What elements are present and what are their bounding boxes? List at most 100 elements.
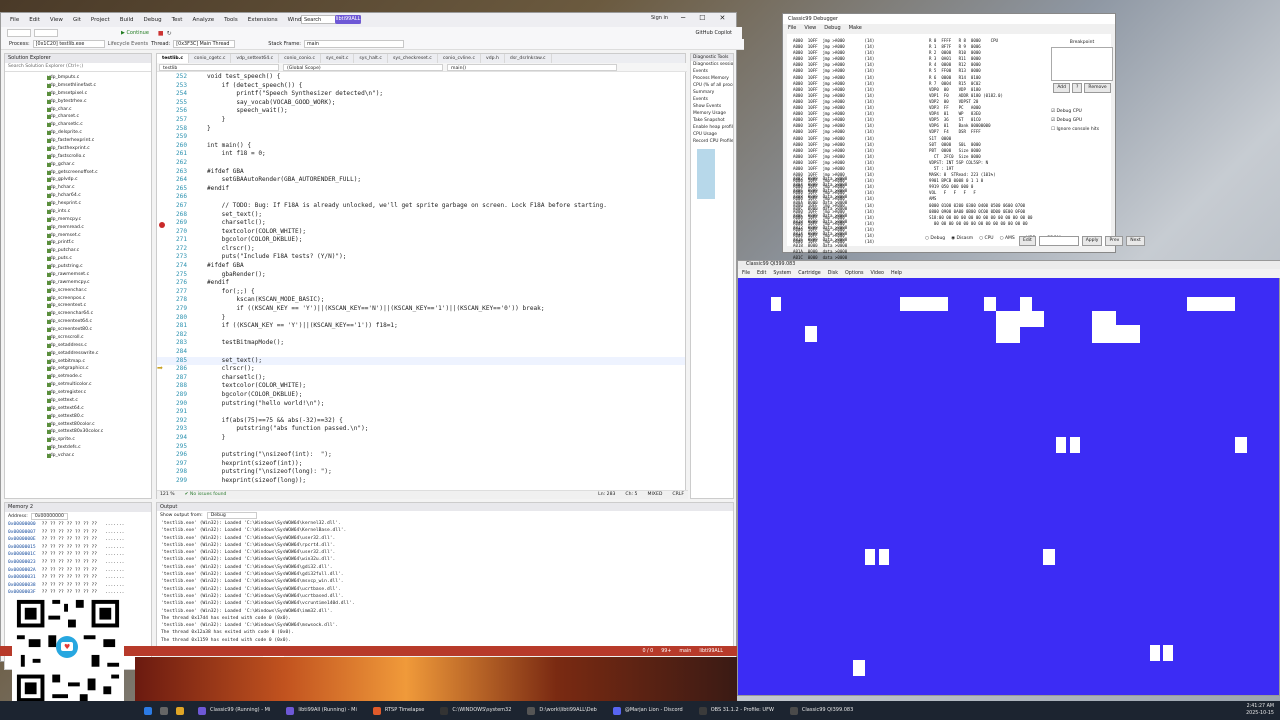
disasm-line[interactable]: A000 10FF jmp >A000 (14) <box>793 136 874 142</box>
taskbar-app[interactable]: D:\work\libti99ALL\Deb <box>517 701 602 720</box>
lifecycle-events[interactable]: Lifecycle Events <box>108 41 148 47</box>
errors-count[interactable]: 0 / 0 <box>642 649 653 654</box>
apply-button[interactable]: Apply <box>1081 236 1103 246</box>
solution-file-item[interactable]: vdp_printf.c <box>5 239 151 247</box>
editor-tab[interactable]: conio_cvline.c <box>438 54 481 63</box>
stop-icon[interactable]: ■ <box>158 30 164 37</box>
solution-file-item[interactable]: vdp_setbitmap.c <box>5 358 151 366</box>
solution-file-item[interactable]: vdp_textdefs.c <box>5 444 151 452</box>
output-source-dropdown[interactable]: Debug <box>206 512 257 519</box>
menu-view[interactable]: View <box>45 14 68 26</box>
solution-file-item[interactable]: vdp_fastscrollo.c <box>5 153 151 161</box>
solution-file-item[interactable]: vdp_sprite.c <box>5 436 151 444</box>
debug-checkbox[interactable]: ☐ Ignore console hits <box>1051 125 1113 134</box>
solution-file-item[interactable]: vdp_setmulticolor.c <box>5 381 151 389</box>
minimize-icon[interactable]: ─ <box>681 14 685 22</box>
solution-file-item[interactable]: vdp_setgraphics.c <box>5 365 151 373</box>
editor-tab[interactable]: sys_halt.c <box>354 54 388 63</box>
view-radio[interactable]: ◉ Disasm <box>951 236 973 241</box>
disasm-line[interactable]: A000 10FF jmp >A000 (14) <box>793 129 874 135</box>
taskbar-app[interactable]: @Marjan Lion - Discord <box>603 701 689 720</box>
scope-dropdown[interactable]: (Global Scope) <box>283 63 443 71</box>
solution-file-item[interactable]: vdp_scrnscroll.c <box>5 334 151 342</box>
editor-tab[interactable]: vdp_settext64.c <box>231 54 280 63</box>
function-dropdown[interactable]: main() <box>447 63 617 71</box>
diagnostic-item[interactable]: Record CPU Profile <box>691 138 733 145</box>
solution-file-item[interactable]: vdp_settext.c <box>5 397 151 405</box>
disasm-line[interactable]: A000 10FF jmp >A000 (14) <box>793 142 874 148</box>
solution-file-item[interactable]: vdp_setaddress.c <box>5 342 151 350</box>
taskbar-app[interactable]: Classic99 QI399.083 <box>780 701 859 720</box>
menu-analyze[interactable]: Analyze <box>187 14 219 26</box>
solution-file-item[interactable]: vdp_setmode.c <box>5 373 151 381</box>
zoom-level[interactable]: 121 % <box>160 491 175 499</box>
menu-tools[interactable]: Tools <box>219 14 243 26</box>
solution-file-item[interactable]: vdp_puts.c <box>5 255 151 263</box>
disasm-line[interactable]: A000 10FF jmp >A000 (14) <box>793 154 874 160</box>
maximize-icon[interactable]: ☐ <box>699 14 705 22</box>
thread-dropdown[interactable]: [0x3F3C] Main Thread <box>173 40 236 48</box>
diagnostic-item[interactable]: Show Events <box>691 103 733 110</box>
diagnostic-item[interactable]: Process Memory <box>691 75 733 82</box>
solution-file-item[interactable]: vdp_hexprint.c <box>5 200 151 208</box>
solution-file-item[interactable]: vdp_rawmemset.c <box>5 271 151 279</box>
solution-file-item[interactable]: vdp_memread.c <box>5 224 151 232</box>
classic99-debugger-window[interactable]: Classic99 Debugger File View Debug Make A00… <box>782 13 1145 266</box>
solution-file-item[interactable]: vdp_memcpy.c <box>5 216 151 224</box>
editor-tab[interactable]: conio_cgetc.c <box>189 54 232 63</box>
solution-file-item[interactable]: vdp_gplvdp.c <box>5 176 151 184</box>
emulator-menu-file[interactable]: File <box>742 269 750 278</box>
taskbar-app[interactable]: RTSP Timelapse <box>363 701 431 720</box>
solution-file-item[interactable]: vdp_settext80color.c <box>5 421 151 429</box>
menu-git[interactable]: Git <box>68 14 86 26</box>
visual-studio-window[interactable]: File Edit View Git Project Build Debug Test Anal… <box>0 12 744 670</box>
menu-edit[interactable]: Edit <box>24 14 45 26</box>
diagnostic-item[interactable]: Diagnostics session: <box>691 61 733 68</box>
add-breakpoint-button[interactable]: Add <box>1053 83 1071 93</box>
emulator-menu-system[interactable]: System <box>773 269 791 278</box>
solution-file-item[interactable]: vdp_screentext64.c <box>5 318 151 326</box>
solution-file-item[interactable]: vdp_vchar.c <box>5 452 151 460</box>
process-dropdown[interactable]: [0x1C20] testlib.exe <box>32 40 105 48</box>
solution-file-item[interactable]: vdp_bmsethlinefast.c <box>5 82 151 90</box>
diagnostic-item[interactable]: Events <box>691 68 733 75</box>
emulator-menu-cartridge[interactable]: Cartridge <box>798 269 821 278</box>
editor-tab[interactable]: testlib.c <box>157 54 190 63</box>
solution-file-item[interactable]: vdp_bmputs.c <box>5 74 151 82</box>
search-icon[interactable] <box>160 706 168 715</box>
diagnostic-item[interactable]: Take Snapshot <box>691 117 733 124</box>
file-explorer-icon[interactable] <box>176 706 184 715</box>
next-button[interactable]: Next <box>1126 236 1145 246</box>
taskbar-app[interactable]: libti99All (Running) - Mi <box>276 701 363 720</box>
solution-file-item[interactable]: vdp_bytestrhex.c <box>5 98 151 106</box>
solution-file-item[interactable]: vdp_screentext.c <box>5 302 151 310</box>
edit-input[interactable] <box>1038 236 1079 246</box>
platform-dropdown[interactable] <box>34 29 58 37</box>
branch-name[interactable]: main <box>679 649 691 654</box>
sign-in-link[interactable]: Sign in <box>651 15 668 21</box>
solution-explorer-search[interactable]: Search Solution Explorer (Ctrl+;) <box>5 63 151 72</box>
menu-extensions[interactable]: Extensions <box>243 14 283 26</box>
solution-file-item[interactable]: vdp_settext80.c <box>5 413 151 421</box>
disasm-line[interactable]: A000 10FF jmp >A000 (14) <box>793 75 874 81</box>
debugger-menu-file[interactable]: File <box>788 24 796 32</box>
menu-build[interactable]: Build <box>115 14 139 26</box>
taskbar-app[interactable]: OBS 31.1.2 - Profile: UFW <box>689 701 780 720</box>
emulator-menu-options[interactable]: Options <box>845 269 864 278</box>
menu-project[interactable]: Project <box>86 14 115 26</box>
diagnostic-item[interactable]: Enable heap profiling <box>691 124 733 131</box>
repo-name[interactable]: libti99ALL <box>699 649 723 654</box>
restart-icon[interactable]: ↻ <box>167 30 172 37</box>
start-icon[interactable] <box>144 706 152 715</box>
emulator-menu-help[interactable]: Help <box>891 269 902 278</box>
solution-file-item[interactable]: vdp_putchar.c <box>5 247 151 255</box>
solution-file-item[interactable]: vdp_bmsetpixel.c <box>5 90 151 98</box>
debugger-menu-view[interactable]: View <box>804 24 816 32</box>
editor-tab[interactable]: sys_exit.c <box>321 54 355 63</box>
breakpoint-icon[interactable] <box>159 222 165 228</box>
solution-file-item[interactable]: vdp_fasterhexprint.c <box>5 137 151 145</box>
editor-tab[interactable]: sys_checkreset.c <box>388 54 438 63</box>
menu-debug[interactable]: Debug <box>139 14 167 26</box>
solution-file-item[interactable]: vdp_setaddresswrite.c <box>5 350 151 358</box>
breakpoint-list[interactable] <box>1051 47 1113 81</box>
